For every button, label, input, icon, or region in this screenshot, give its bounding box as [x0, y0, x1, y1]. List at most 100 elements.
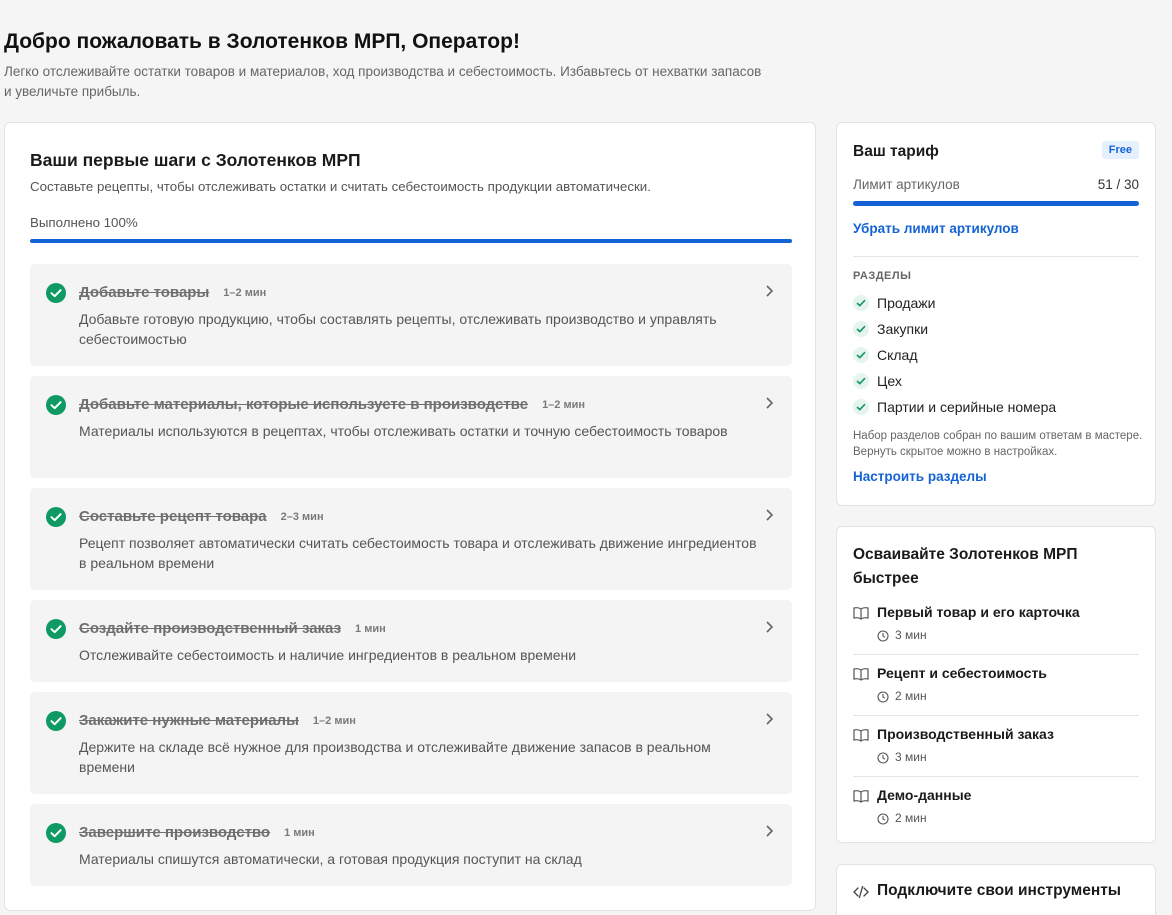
- lesson-item[interactable]: Демо-данные 2 мин: [853, 787, 1139, 829]
- step-description: Держите на складе всё нужное для произво…: [79, 739, 711, 775]
- learn-title: Осваивайте Золотенков МРП быстрее: [853, 546, 1078, 587]
- book-icon: [853, 668, 869, 681]
- lesson-duration: 3 мин: [895, 750, 927, 764]
- configure-sections-link[interactable]: Настроить разделы: [853, 469, 987, 484]
- step-time: 1–2 мин: [223, 287, 267, 299]
- divider: [853, 776, 1139, 777]
- step-title: Создайте производственный заказ: [79, 620, 342, 637]
- step-description: Материалы используются в рецептах, чтобы…: [79, 423, 728, 439]
- clock-icon: [877, 752, 889, 764]
- book-icon: [853, 729, 869, 742]
- lesson-item[interactable]: Рецепт и себестоимость 2 мин: [853, 665, 1139, 707]
- page-header: Добро пожаловать в Золотенков МРП, Опера…: [4, 28, 764, 102]
- section-label: Склад: [877, 347, 918, 363]
- chevron-right-icon: [766, 621, 774, 633]
- lesson-title: Рецепт и себестоимость: [877, 665, 1047, 681]
- section-item-warehouse: Склад: [853, 347, 918, 363]
- step-title: Добавьте материалы, которые используете …: [79, 396, 529, 413]
- step-add-products[interactable]: Добавьте товары 1–2 мин Добавьте готовую…: [30, 264, 792, 366]
- check-icon: [853, 347, 869, 363]
- limit-label: Лимит артикулов: [853, 177, 960, 192]
- progress-label: Выполнено 100%: [30, 215, 138, 230]
- section-item-purchases: Закупки: [853, 321, 928, 337]
- section-item-batches: Партии и серийные номера: [853, 399, 1056, 415]
- limit-bar-fill: [853, 201, 1139, 206]
- step-description: Добавьте готовую продукцию, чтобы состав…: [79, 311, 717, 347]
- step-create-recipe[interactable]: Составьте рецепт товара 2–3 мин Рецепт п…: [30, 488, 792, 590]
- lesson-item[interactable]: Первый товар и его карточка 3 мин: [853, 604, 1139, 646]
- plan-badge: Free: [1101, 141, 1139, 159]
- divider: [853, 654, 1139, 655]
- plan-title: Ваш тариф: [853, 143, 939, 160]
- section-label: Закупки: [877, 321, 929, 337]
- limit-value: 51 / 30: [1097, 177, 1139, 192]
- limit-bar: [853, 201, 1139, 206]
- step-finish-production[interactable]: Завершите производство 1 мин Материалы с…: [30, 804, 792, 886]
- step-time: 1 мин: [284, 827, 315, 839]
- check-circle-icon: [46, 619, 66, 639]
- step-title: Добавьте товары: [79, 284, 210, 301]
- book-icon: [853, 607, 869, 620]
- step-title: Составьте рецепт товара: [79, 508, 267, 525]
- page-subtitle: Легко отслеживайте остатки товаров и мат…: [4, 64, 762, 99]
- check-icon: [853, 321, 869, 337]
- learn-card: Осваивайте Золотенков МРП быстрее Первый…: [836, 526, 1156, 843]
- check-circle-icon: [46, 283, 66, 303]
- section-label: Партии и серийные номера: [877, 399, 1057, 415]
- section-label: Цех: [877, 373, 902, 389]
- step-time: 2–3 мин: [280, 511, 324, 523]
- step-title: Закажите нужные материалы: [79, 712, 299, 729]
- clock-icon: [877, 691, 889, 703]
- check-circle-icon: [46, 395, 66, 415]
- lesson-duration: 2 мин: [895, 811, 927, 825]
- lesson-duration: 3 мин: [895, 628, 927, 642]
- onboarding-card: Ваши первые шаги с Золотенков МРП Состав…: [4, 122, 816, 911]
- clock-icon: [877, 630, 889, 642]
- step-time: 1–2 мин: [542, 399, 586, 411]
- check-icon: [853, 295, 869, 311]
- chevron-right-icon: [766, 397, 774, 409]
- sections-note: Набор разделов собран по вашим ответам в…: [853, 430, 1143, 458]
- step-description: Материалы спишутся автоматически, а гото…: [79, 851, 582, 867]
- clock-icon: [877, 813, 889, 825]
- step-time: 1–2 мин: [312, 715, 356, 727]
- onboarding-description: Составьте рецепты, чтобы отслеживать ост…: [30, 179, 651, 194]
- step-order-materials[interactable]: Закажите нужные материалы 1–2 мин Держит…: [30, 692, 792, 794]
- progress-bar: [30, 239, 792, 243]
- step-description: Отслеживайте себестоимость и наличие инг…: [79, 647, 577, 663]
- lesson-title: Производственный заказ: [877, 726, 1054, 742]
- check-circle-icon: [46, 711, 66, 731]
- lesson-title: Демо-данные: [877, 787, 972, 803]
- remove-limit-link[interactable]: Убрать лимит артикулов: [853, 221, 1019, 236]
- step-add-materials[interactable]: Добавьте материалы, которые используете …: [30, 376, 792, 478]
- sections-heading: РАЗДЕЛЫ: [853, 270, 912, 282]
- lesson-duration: 2 мин: [895, 689, 927, 703]
- onboarding-title: Ваши первые шаги с Золотенков МРП: [30, 150, 361, 170]
- lesson-title: Первый товар и его карточка: [877, 604, 1080, 620]
- check-icon: [853, 399, 869, 415]
- check-circle-icon: [46, 823, 66, 843]
- code-icon: [853, 885, 869, 899]
- check-circle-icon: [46, 507, 66, 527]
- step-create-production-order[interactable]: Создайте производственный заказ 1 мин От…: [30, 600, 792, 682]
- check-icon: [853, 373, 869, 389]
- divider: [853, 256, 1139, 257]
- plan-card: Ваш тариф Free Лимит артикулов 51 / 30 У…: [836, 122, 1156, 506]
- chevron-right-icon: [766, 825, 774, 837]
- section-item-sales: Продажи: [853, 295, 935, 311]
- tools-card[interactable]: Подключите свои инструменты: [836, 864, 1156, 915]
- step-time: 1 мин: [355, 623, 386, 635]
- section-label: Продажи: [877, 295, 936, 311]
- chevron-right-icon: [766, 713, 774, 725]
- page-title: Добро пожаловать в Золотенков МРП, Опера…: [4, 30, 520, 53]
- section-item-workshop: Цех: [853, 373, 902, 389]
- chevron-right-icon: [766, 285, 774, 297]
- tools-title: Подключите свои инструменты: [877, 882, 1122, 899]
- progress-bar-fill: [30, 239, 792, 243]
- step-title: Завершите производство: [79, 824, 271, 841]
- lesson-item[interactable]: Производственный заказ 3 мин: [853, 726, 1139, 768]
- book-icon: [853, 790, 869, 803]
- divider: [853, 715, 1139, 716]
- chevron-right-icon: [766, 509, 774, 521]
- step-description: Рецепт позволяет автоматически считать с…: [79, 535, 757, 571]
